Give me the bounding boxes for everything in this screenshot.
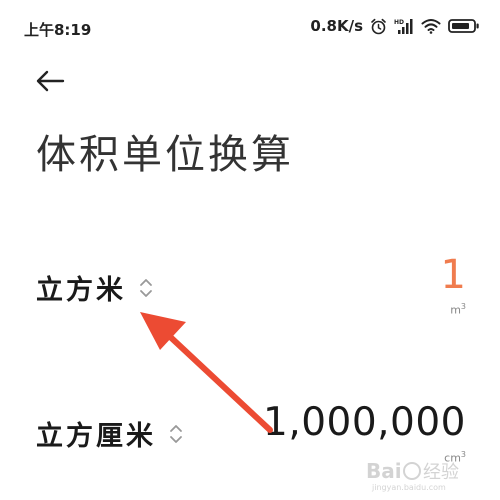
svg-text:经验: 经验 — [423, 462, 459, 483]
back-arrow-icon — [30, 64, 70, 98]
watermark: Bai 经验 jingyan.baidu.com — [364, 456, 494, 494]
battery-icon — [448, 18, 480, 34]
svg-text:Bai: Bai — [366, 459, 402, 483]
to-unit-name: 立方厘米 — [36, 421, 156, 452]
from-symbol-base: m — [450, 303, 461, 317]
from-value: 1 — [440, 252, 466, 298]
svg-text:jingyan.baidu.com: jingyan.baidu.com — [371, 483, 446, 492]
back-button[interactable] — [30, 64, 70, 98]
svg-text:HD: HD — [394, 19, 404, 26]
wifi-icon — [421, 18, 441, 34]
sort-updown-icon — [168, 422, 184, 446]
status-time: 上午8:19 — [24, 21, 92, 39]
from-unit-selector[interactable]: 立方米 — [36, 268, 154, 307]
from-value-field[interactable]: 1 m3 — [441, 254, 466, 317]
from-unit-name: 立方米 — [36, 275, 126, 306]
status-icons: 0.8K/s HD — [310, 17, 480, 35]
sort-updown-icon — [138, 276, 154, 300]
to-unit-selector[interactable]: 立方厘米 — [36, 414, 184, 453]
page-title: 体积单位换算 — [36, 132, 294, 178]
hd-signal-icon: HD — [394, 18, 414, 35]
to-value: 1,000,000 — [263, 400, 466, 445]
from-symbol-exponent: 3 — [460, 302, 466, 311]
network-speed: 0.8K/s — [310, 17, 363, 35]
converter-screen: 上午8:19 0.8K/s HD 体积单位换算 立方米 1 m3 立方厘米 1,… — [0, 0, 500, 500]
alarm-icon — [370, 18, 387, 35]
status-bar: 上午8:19 0.8K/s HD — [0, 0, 500, 58]
from-unit-symbol: m3 — [441, 302, 466, 317]
